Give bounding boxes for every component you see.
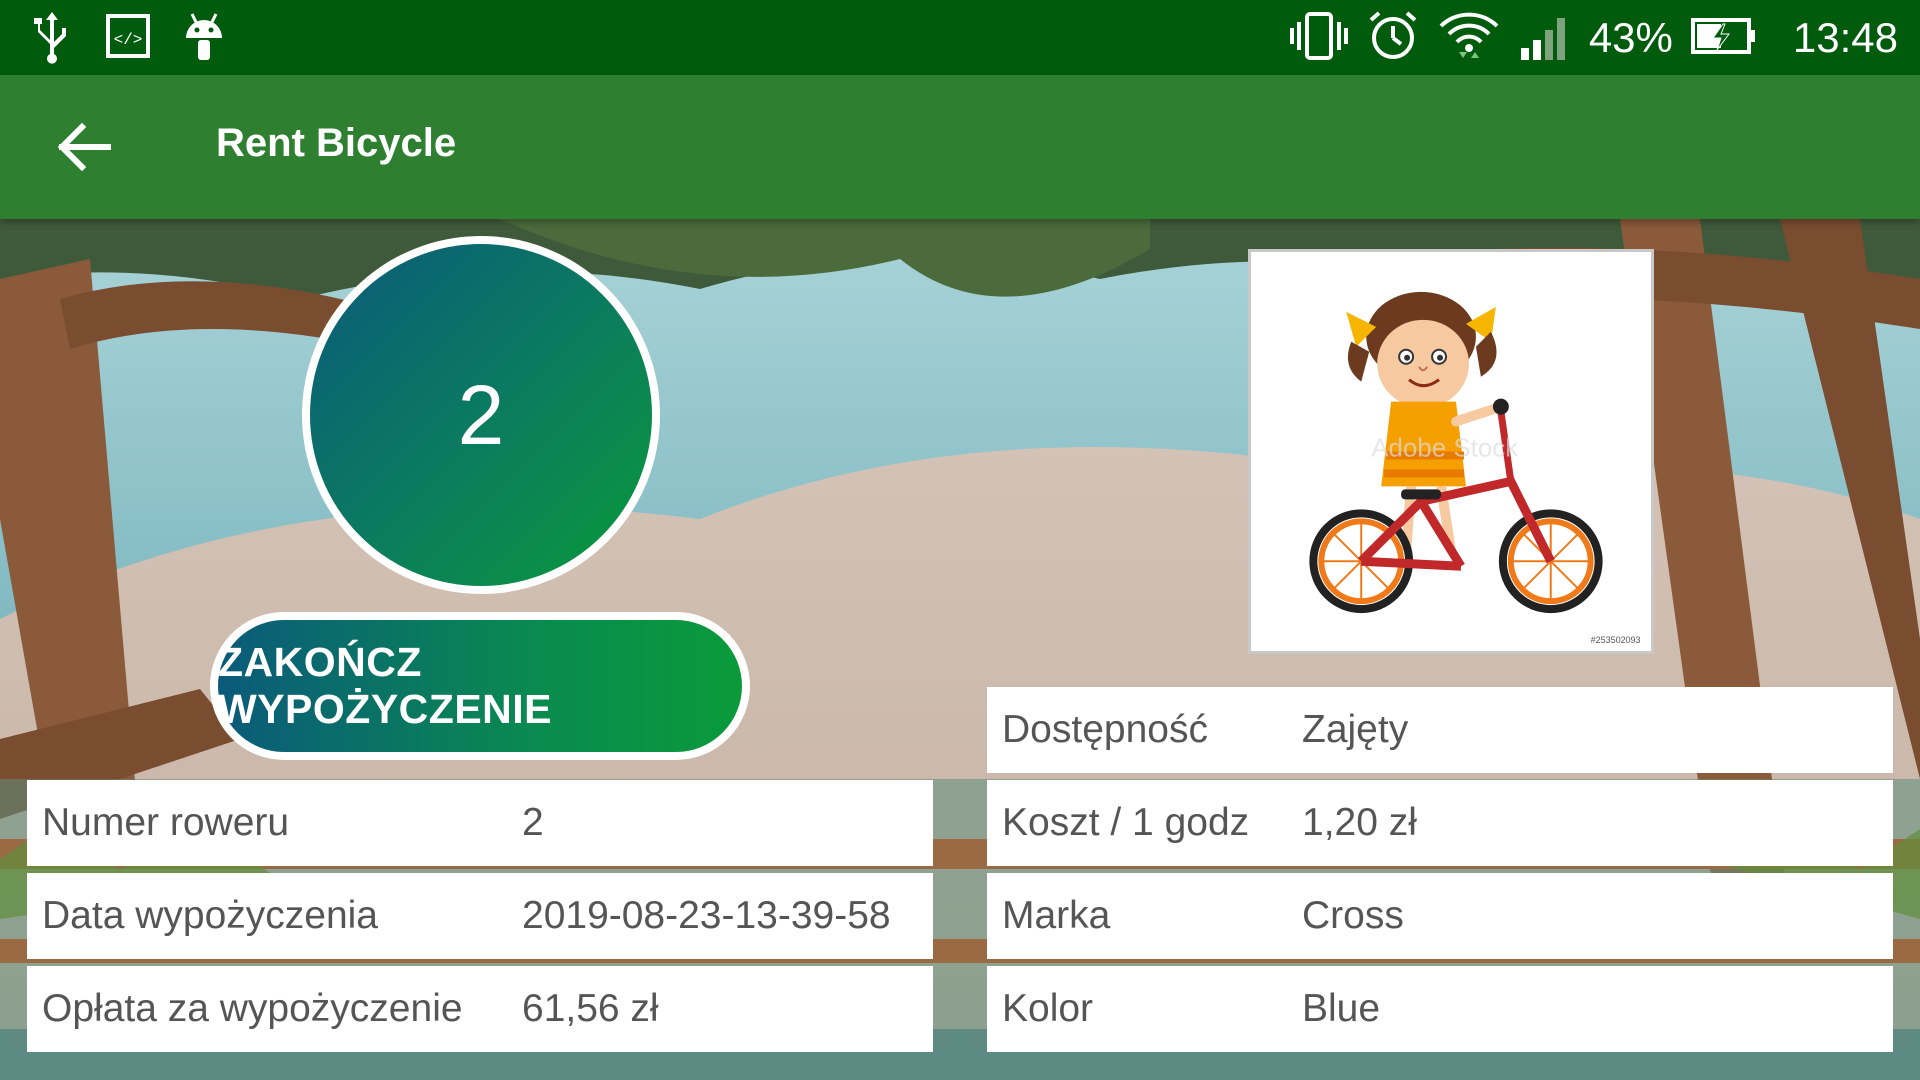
row-value: 2019-08-23-13-39-58 <box>522 894 891 937</box>
table-row: Numer roweru 2 <box>27 780 933 866</box>
row-value: 61,56 zł <box>522 987 659 1030</box>
svg-text:</>: </> <box>114 31 143 49</box>
vibrate-icon <box>1289 8 1349 68</box>
table-row: Koszt / 1 godz 1,20 zł <box>987 780 1893 866</box>
app-toolbar: Rent Bicycle <box>0 75 1920 219</box>
row-value: Zajęty <box>1302 708 1409 751</box>
row-label: Data wypożyczenia <box>42 894 378 937</box>
row-value: 1,20 zł <box>1302 801 1417 844</box>
row-label: Dostępność <box>1002 708 1208 751</box>
table-row: Kolor Blue <box>987 966 1893 1052</box>
svg-text:#253502093: #253502093 <box>1591 635 1641 645</box>
rental-counter-circle: 2 <box>302 236 660 594</box>
signal-icon <box>1517 8 1573 68</box>
table-row: Data wypożyczenia 2019-08-23-13-39-58 <box>27 873 933 959</box>
end-rental-button[interactable]: ZAKOŃCZ WYPOŻYCZENIE <box>210 612 750 760</box>
row-label: Opłata za wypożyczenie <box>42 987 463 1030</box>
wifi-icon <box>1437 8 1501 68</box>
back-button[interactable] <box>48 115 120 179</box>
rental-counter-value: 2 <box>457 367 505 462</box>
row-value: 2 <box>522 801 544 844</box>
code-icon: </> <box>104 8 152 68</box>
table-row: Dostępność Zajęty <box>987 687 1893 773</box>
row-value: Cross <box>1302 894 1404 937</box>
bike-image: Adobe Stock #253502093 <box>1248 249 1654 654</box>
svg-text:Adobe Stock: Adobe Stock <box>1371 434 1518 462</box>
row-label: Kolor <box>1002 987 1094 1030</box>
table-row: Marka Cross <box>987 873 1893 959</box>
row-label: Numer roweru <box>42 801 290 844</box>
status-bar: </> 43% 13:48 <box>0 0 1920 75</box>
android-icon <box>180 8 228 68</box>
row-label: Koszt / 1 godz <box>1002 801 1250 844</box>
arrow-back-icon <box>57 123 111 171</box>
girl-on-bicycle-illustration: Adobe Stock #253502093 <box>1251 252 1651 651</box>
alarm-icon <box>1365 8 1421 68</box>
battery-percent: 43% <box>1588 13 1673 61</box>
usb-icon <box>28 8 76 68</box>
row-label: Marka <box>1002 894 1111 937</box>
clock-time: 13:48 <box>1792 13 1898 61</box>
page-title: Rent Bicycle <box>216 121 457 165</box>
battery-charging-icon <box>1689 8 1759 68</box>
end-rental-label: ZAKOŃCZ WYPOŻYCZENIE <box>218 639 553 732</box>
table-row: Opłata za wypożyczenie 61,56 zł <box>27 966 933 1052</box>
row-value: Blue <box>1302 987 1381 1030</box>
